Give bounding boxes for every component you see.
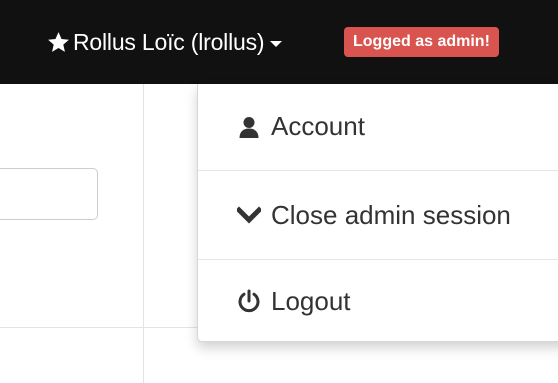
admin-status-badge: Logged as admin! (344, 27, 499, 57)
caret-down-icon (270, 40, 283, 47)
chevron-down-icon (237, 206, 261, 224)
menu-item-logout[interactable]: Logout (198, 261, 558, 341)
menu-item-label: Close admin session (271, 199, 511, 230)
menu-item-label: Logout (271, 285, 351, 316)
menu-item-account[interactable]: Account (198, 84, 558, 169)
user-name-label: Rollus Loïc (lrollus) (73, 28, 265, 55)
user-dropdown-menu: Account Close admin session Logout (197, 84, 558, 342)
user-icon (239, 116, 259, 138)
power-icon (238, 289, 260, 313)
menu-divider (198, 259, 558, 260)
menu-item-label: Account (271, 111, 365, 141)
user-menu-toggle[interactable]: Rollus Loïc (lrollus) (46, 22, 283, 62)
table-column-divider (143, 84, 144, 383)
menu-divider (198, 170, 558, 171)
star-icon (48, 31, 69, 52)
menu-item-close-admin-session[interactable]: Close admin session (198, 172, 558, 258)
table-row-divider (0, 327, 200, 328)
top-navbar: Rollus Loïc (lrollus) Logged as admin! (0, 0, 558, 84)
text-input-field[interactable] (0, 168, 98, 220)
